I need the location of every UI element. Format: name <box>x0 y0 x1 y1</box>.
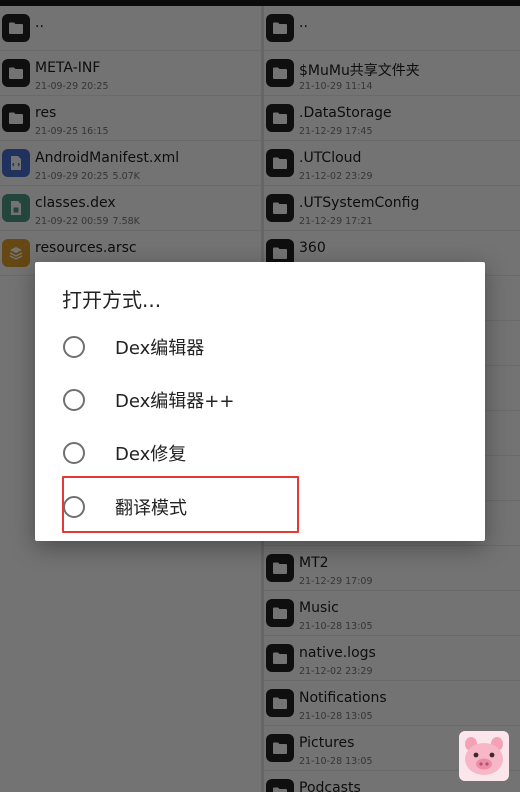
pig-mascot-icon[interactable] <box>459 731 509 781</box>
option-dex-repair[interactable]: Dex修复 <box>35 428 485 478</box>
option-dex-editor-plus[interactable]: Dex编辑器++ <box>35 375 485 425</box>
option-dex-editor[interactable]: Dex编辑器 <box>35 322 485 372</box>
option-label: Dex修复 <box>115 444 187 465</box>
option-label: Dex编辑器++ <box>115 391 235 412</box>
dialog-title: 打开方式... <box>62 288 162 312</box>
highlight-box <box>62 476 299 533</box>
radio-button-icon[interactable] <box>63 336 85 358</box>
radio-button-icon[interactable] <box>63 389 85 411</box>
option-label: Dex编辑器 <box>115 338 205 359</box>
radio-button-icon[interactable] <box>63 442 85 464</box>
